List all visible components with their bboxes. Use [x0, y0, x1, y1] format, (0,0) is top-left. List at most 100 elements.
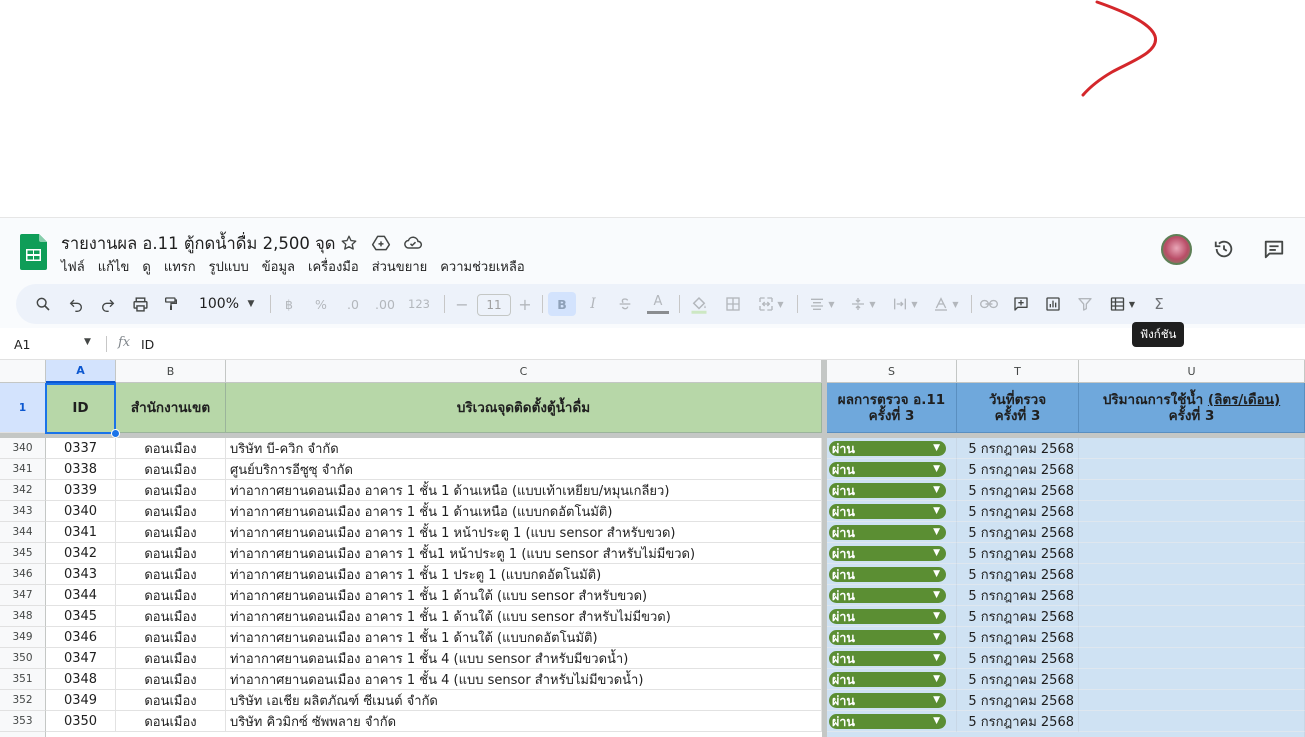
status-chip-dropdown[interactable]: ผ่าน ▼ — [829, 609, 946, 624]
column-header-a[interactable]: A — [46, 360, 116, 383]
cell-date[interactable]: 5 กรกฎาคม 2568 — [957, 669, 1079, 690]
chip-caret-icon[interactable]: ▼ — [933, 588, 940, 603]
cell-result[interactable]: ผ่าน ▼ — [827, 543, 957, 564]
paint-format-icon[interactable] — [160, 292, 182, 316]
cell-result[interactable]: ผ่าน ▼ — [827, 480, 957, 501]
status-chip-dropdown[interactable]: ผ่าน ▼ — [829, 651, 946, 666]
cell-location[interactable]: บริษัท บี-ควิก จำกัด — [226, 438, 822, 459]
menu-edit[interactable]: แก้ไข — [98, 256, 130, 277]
cell-result[interactable]: ผ่าน ▼ — [827, 522, 957, 543]
status-chip-dropdown[interactable]: ผ่าน ▼ — [829, 483, 946, 498]
header-cell-office[interactable]: สำนักงานเขต — [116, 383, 226, 433]
cell-usage[interactable] — [1079, 690, 1305, 711]
chip-caret-icon[interactable]: ▼ — [933, 525, 940, 540]
cell-date[interactable]: 5 กรกฎาคม 2568 — [957, 501, 1079, 522]
undo-icon[interactable] — [65, 292, 87, 316]
cell-usage[interactable] — [1079, 501, 1305, 522]
cell-id[interactable]: 0338 — [46, 459, 116, 480]
frozen-columns-divider[interactable] — [822, 360, 827, 737]
bold-button[interactable]: B — [548, 292, 576, 316]
filter-views-icon[interactable]: ▼ — [1104, 292, 1140, 316]
cell-office[interactable]: ดอนเมือง — [116, 564, 226, 585]
menu-help[interactable]: ความช่วยเหลือ — [440, 256, 524, 277]
header-cell-result[interactable]: ผลการตรวจ อ.11 ครั้งที่ 3 — [827, 383, 957, 433]
row-header[interactable]: 352 — [0, 690, 46, 711]
cell-location[interactable]: ท่าอากาศยานดอนเมือง อาคาร 1 ชั้น 1 ด้านเ… — [226, 501, 822, 522]
cell-office[interactable]: ดอนเมือง — [116, 690, 226, 711]
cell-id[interactable]: 0347 — [46, 648, 116, 669]
cell-id[interactable]: 0341 — [46, 522, 116, 543]
decrease-decimal-button[interactable]: .0 — [341, 292, 365, 316]
row-header[interactable] — [0, 732, 46, 737]
cell-date[interactable]: 5 กรกฎาคม 2568 — [957, 690, 1079, 711]
create-filter-icon[interactable] — [1074, 292, 1096, 316]
cell-result[interactable]: ผ่าน ▼ — [827, 438, 957, 459]
cell-date[interactable]: 5 กรกฎาคม 2568 — [957, 585, 1079, 606]
cell-id[interactable]: 0339 — [46, 480, 116, 501]
row-header[interactable]: 345 — [0, 543, 46, 564]
menu-data[interactable]: ข้อมูล — [262, 256, 295, 277]
chip-caret-icon[interactable]: ▼ — [933, 546, 940, 561]
horizontal-align-icon[interactable]: ▼ — [805, 292, 839, 316]
chip-caret-icon[interactable]: ▼ — [933, 504, 940, 519]
cell-usage[interactable] — [1079, 648, 1305, 669]
cell-date[interactable]: 5 กรกฎาคม 2568 — [957, 522, 1079, 543]
header-cell-date[interactable]: วันที่ตรวจ ครั้งที่ 3 — [957, 383, 1079, 433]
cell-id[interactable]: 0342 — [46, 543, 116, 564]
row-header[interactable]: 342 — [0, 480, 46, 501]
cell-office[interactable]: ดอนเมือง — [116, 480, 226, 501]
name-box-caret-icon[interactable]: ▼ — [84, 337, 91, 347]
zoom-select[interactable]: 100% — [194, 292, 244, 316]
zoom-caret-icon[interactable]: ▼ — [244, 292, 258, 316]
cell-location[interactable]: บริษัท คิวมิกซ์ ซัพพลาย จำกัด — [226, 711, 822, 732]
cell-result[interactable]: ผ่าน ▼ — [827, 669, 957, 690]
cell-office[interactable]: ดอนเมือง — [116, 669, 226, 690]
cell-id[interactable]: 0340 — [46, 501, 116, 522]
cell-usage[interactable] — [1079, 480, 1305, 501]
cell-date[interactable]: 5 กรกฎาคม 2568 — [957, 606, 1079, 627]
cell-result[interactable]: ผ่าน ▼ — [827, 648, 957, 669]
fill-color-icon[interactable] — [687, 292, 711, 316]
menu-insert[interactable]: แทรก — [164, 256, 196, 277]
status-chip-dropdown[interactable]: ผ่าน ▼ — [829, 525, 946, 540]
cell-usage[interactable] — [1079, 627, 1305, 648]
borders-icon[interactable] — [722, 292, 744, 316]
chip-caret-icon[interactable]: ▼ — [933, 693, 940, 708]
search-menus-icon[interactable] — [32, 292, 54, 316]
merge-cells-icon[interactable]: ▼ — [754, 292, 788, 316]
row-header[interactable]: 343 — [0, 501, 46, 522]
status-chip-dropdown[interactable]: ผ่าน ▼ — [829, 588, 946, 603]
cell-id[interactable]: 0343 — [46, 564, 116, 585]
status-chip-dropdown[interactable]: ผ่าน ▼ — [829, 441, 946, 456]
insert-comment-icon[interactable] — [1010, 292, 1032, 316]
status-chip-dropdown[interactable]: ผ่าน ▼ — [829, 714, 946, 729]
spreadsheet-grid[interactable]: A B C S T U 1 ID สำนักงานเขต บริเวณจุดติ… — [0, 360, 1305, 737]
cell-location[interactable]: ศูนย์บริการอีซูซุ จำกัด — [226, 459, 822, 480]
cell-id[interactable]: 0346 — [46, 627, 116, 648]
cell-result[interactable]: ผ่าน ▼ — [827, 606, 957, 627]
cell-office[interactable]: ดอนเมือง — [116, 606, 226, 627]
chip-caret-icon[interactable]: ▼ — [933, 609, 940, 624]
cell-office[interactable]: ดอนเมือง — [116, 438, 226, 459]
cell-office[interactable]: ดอนเมือง — [116, 711, 226, 732]
status-chip-dropdown[interactable]: ผ่าน ▼ — [829, 462, 946, 477]
user-avatar[interactable] — [1161, 234, 1192, 265]
comments-icon[interactable] — [1261, 236, 1287, 262]
row-header[interactable]: 344 — [0, 522, 46, 543]
italic-button[interactable]: I — [582, 292, 604, 316]
cell-date[interactable]: 5 กรกฎาคม 2568 — [957, 480, 1079, 501]
column-header-t[interactable]: T — [957, 360, 1079, 383]
cell-id[interactable]: 0349 — [46, 690, 116, 711]
cell-usage[interactable] — [1079, 711, 1305, 732]
vertical-align-icon[interactable]: ▼ — [846, 292, 880, 316]
cell-usage[interactable] — [1079, 459, 1305, 480]
header-cell-id[interactable]: ID — [46, 383, 116, 433]
cell-location[interactable]: ท่าอากาศยานดอนเมือง อาคาร 1 ชั้น 1 ด้านใ… — [226, 585, 822, 606]
chip-caret-icon[interactable]: ▼ — [933, 630, 940, 645]
cell-result[interactable]: ผ่าน ▼ — [827, 585, 957, 606]
decrease-font-size-icon[interactable]: − — [452, 292, 472, 316]
cell-id[interactable]: 0345 — [46, 606, 116, 627]
strikethrough-icon[interactable] — [614, 292, 636, 316]
cell-usage[interactable] — [1079, 438, 1305, 459]
column-header-b[interactable]: B — [116, 360, 226, 383]
